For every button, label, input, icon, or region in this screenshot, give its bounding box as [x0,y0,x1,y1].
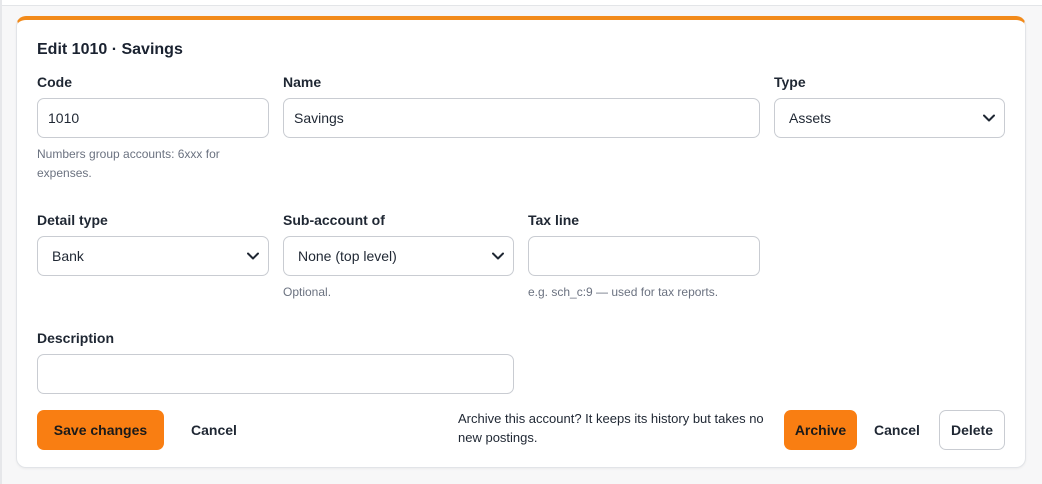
detail-type-select-value: Bank [52,248,84,264]
code-field[interactable] [37,98,269,138]
save-changes-button[interactable]: Save changes [37,410,164,450]
cancel-button[interactable]: Cancel [178,410,250,450]
name-field[interactable] [283,98,760,138]
delete-button[interactable]: Delete [939,410,1005,450]
edit-account-card: Edit 1010 · Savings Code Numbers group a… [16,16,1026,468]
name-label: Name [283,74,322,90]
code-label: Code [37,74,72,90]
type-label: Type [774,74,806,90]
page-left-rule [0,0,2,484]
tax-line-field[interactable] [528,236,760,276]
form-title: Edit 1010 · Savings [37,41,183,58]
tax-line-input[interactable] [539,248,749,264]
tax-line-label: Tax line [528,212,580,228]
page-top-bar [0,0,1042,6]
type-select[interactable]: Assets [774,98,1005,138]
code-hint: Numbers group accounts: 6xxx for expense… [37,147,220,180]
sub-account-hint: Optional. [283,285,332,299]
code-input[interactable] [48,110,258,126]
name-input[interactable] [294,110,749,126]
detail-type-select[interactable]: Bank [37,236,269,276]
detail-type-label: Detail type [37,212,108,228]
description-field[interactable] [37,354,514,394]
archive-prompt: Archive this account? It keeps its histo… [458,411,764,445]
sub-account-label: Sub-account of [283,212,385,228]
sub-account-select-value: None (top level) [298,248,397,264]
tax-line-hint: e.g. sch_c:9 — used for tax reports. [528,285,719,299]
chevron-down-icon [491,249,505,263]
sub-account-select[interactable]: None (top level) [283,236,514,276]
chevron-down-icon [982,111,996,125]
archive-cancel-button[interactable]: Cancel [865,410,929,450]
chevron-down-icon [246,249,260,263]
description-input[interactable] [48,366,503,382]
type-select-value: Assets [789,110,832,126]
description-label: Description [37,330,115,346]
archive-button[interactable]: Archive [784,410,857,450]
